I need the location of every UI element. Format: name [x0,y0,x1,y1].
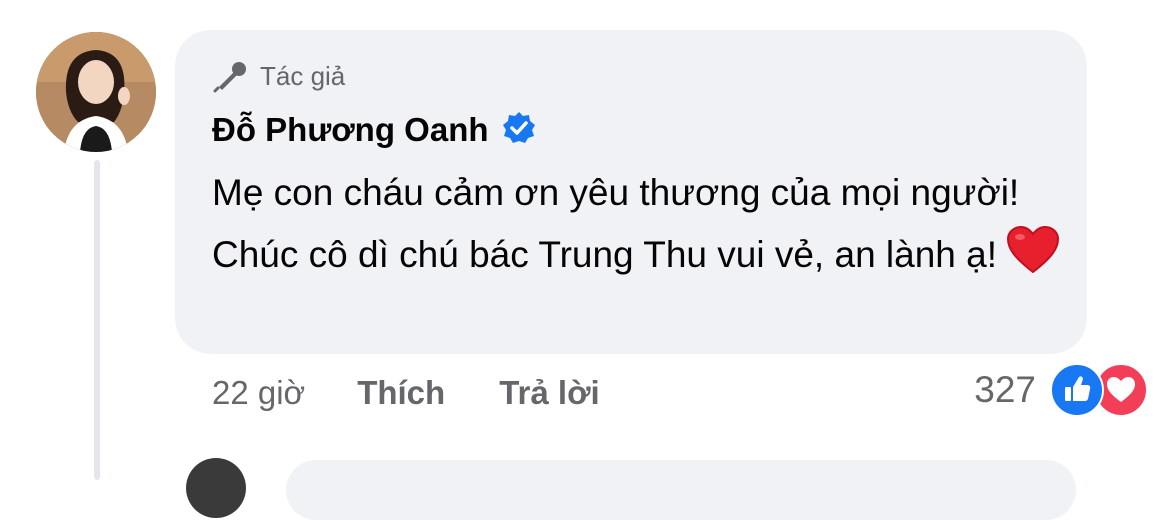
reaction-summary[interactable]: 327 [974,362,1148,418]
reaction-count: 327 [974,369,1036,410]
like-button[interactable]: Thích [357,374,445,412]
author-name[interactable]: Đỗ Phương Oanh [212,111,489,149]
comment-text: Mẹ con cháu cảm ơn yêu thương của mọi ng… [212,162,1072,294]
author-name-row: Đỗ Phương Oanh [212,108,537,152]
next-comment-avatar[interactable] [186,458,246,518]
reply-button[interactable]: Trả lời [499,374,600,412]
comment-time[interactable]: 22 giờ [212,374,305,412]
author-badge-label: Tác giả [260,60,346,91]
verified-badge-icon [501,110,537,151]
next-comment-bubble [286,460,1076,520]
like-reaction-icon [1050,363,1104,417]
comment-body: Mẹ con cháu cảm ơn yêu thương của mọi ng… [212,172,1020,275]
author-badge: Tác giả [212,58,345,94]
microphone-icon [212,59,250,93]
thread-line [94,160,100,480]
comment-actions: 22 giờ Thích Trả lời [212,370,654,416]
reaction-icons [1050,363,1148,417]
author-avatar[interactable] [36,32,156,152]
red-heart-icon [1005,225,1061,294]
